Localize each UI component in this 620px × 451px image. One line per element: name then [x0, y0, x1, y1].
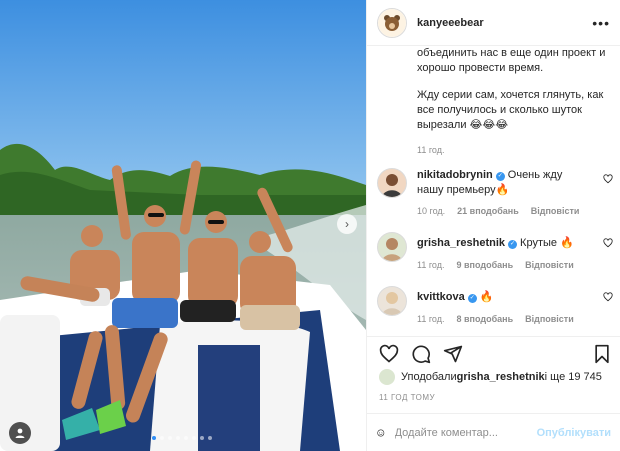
carousel-dot: [184, 436, 188, 440]
comment-likes-link[interactable]: 9 вподобань: [457, 260, 514, 270]
photo-boat-scene: [0, 0, 366, 451]
comment-text: grisha_reshetnik ✓ Крутые 🔥: [417, 236, 587, 251]
comment-likes-link[interactable]: 8 вподобань: [457, 314, 514, 324]
avatar-photo: [382, 238, 402, 261]
comment-message: Крутые 🔥: [520, 237, 574, 249]
post-media[interactable]: ›: [0, 0, 366, 451]
carousel-dot: [160, 436, 164, 440]
comment-meta: 11 год. 9 вподобань Відповісти: [417, 260, 574, 270]
chevron-right-icon: ›: [345, 217, 349, 231]
comments-list[interactable]: объединить нас в еще один проект и хорош…: [367, 46, 620, 336]
carousel-dot: [176, 436, 180, 440]
heart-icon[interactable]: [379, 344, 399, 364]
comment-message: 🔥: [479, 291, 494, 303]
comment-time: 10 год.: [417, 206, 446, 216]
comment-meta: 10 год. 21 вподобань Відповісти: [417, 206, 579, 216]
comment-item: kvittkova ✓ 🔥 11 год. 8 вподобань Відповіс…: [377, 286, 613, 334]
comment-icon[interactable]: [411, 344, 431, 364]
comment-text: nikitadobrynin ✓ Очень жду нашу премьеру🔥: [417, 168, 587, 198]
carousel-indicator: [152, 436, 212, 440]
carousel-dot: [168, 436, 172, 440]
carousel-dot: [192, 436, 196, 440]
caption-line: Жду серии сам, хочется глянуть, как все …: [417, 89, 604, 131]
post-side-panel: kanyeeebear ••• объединить нас в еще оди…: [366, 0, 620, 451]
comment-meta: 11 год. 8 вподобань Відповісти: [417, 314, 574, 324]
commenter-username[interactable]: grisha_reshetnik: [417, 237, 505, 249]
caption-line: объединить нас в еще один проект и хорош…: [417, 47, 606, 74]
commenter-username[interactable]: nikitadobrynin: [417, 169, 493, 181]
bookmark-icon[interactable]: [593, 344, 611, 364]
commenter-avatar[interactable]: [377, 168, 407, 198]
reply-button[interactable]: Відповісти: [531, 206, 580, 216]
post-actions-bar: [367, 336, 620, 372]
post-header: kanyeeebear •••: [367, 0, 620, 46]
commenter-username[interactable]: kvittkova: [417, 291, 465, 303]
liker-avatar[interactable]: [379, 369, 395, 385]
commenter-avatar[interactable]: [377, 232, 407, 262]
emoji-icon[interactable]: [377, 423, 385, 443]
comment-input[interactable]: [394, 426, 537, 439]
publish-button[interactable]: Опублікувати: [537, 427, 611, 439]
liked-by-count[interactable]: і ще 19 745: [545, 371, 602, 383]
comment-time: 11 год.: [417, 260, 445, 270]
avatar-photo: [382, 292, 402, 315]
carousel-dot: [200, 436, 204, 440]
bear-avatar-icon: [378, 8, 406, 37]
author-avatar[interactable]: [377, 7, 407, 38]
verified-badge-icon: ✓: [467, 294, 477, 303]
more-icon[interactable]: •••: [592, 15, 610, 31]
post-timestamp[interactable]: 11 ГОД ТОМУ: [379, 393, 435, 402]
user-tag-icon: [15, 428, 25, 438]
author-username[interactable]: kanyeeebear: [417, 17, 484, 29]
carousel-dot: [208, 436, 212, 440]
tagged-users-button[interactable]: [9, 422, 31, 444]
heart-icon[interactable]: [603, 238, 613, 248]
liked-by-prefix: Уподобали: [401, 371, 457, 383]
comment-text: kvittkova ✓ 🔥: [417, 290, 587, 305]
reply-button[interactable]: Відповісти: [525, 260, 574, 270]
post-caption: объединить нас в еще один проект и хорош…: [417, 46, 612, 158]
comment-item: grisha_reshetnik ✓ Крутые 🔥 11 год. 9 впод…: [377, 232, 613, 280]
heart-icon[interactable]: [603, 292, 613, 302]
add-comment-bar: Опублікувати: [367, 413, 620, 451]
liked-by-user[interactable]: grisha_reshetnik: [457, 371, 545, 383]
verified-badge-icon: ✓: [508, 240, 518, 249]
comment-time: 11 год.: [417, 314, 445, 324]
verified-badge-icon: ✓: [495, 172, 505, 181]
comment-item: nikitadobrynin ✓ Очень жду нашу премьеру🔥 …: [377, 168, 613, 216]
commenter-avatar[interactable]: [377, 286, 407, 316]
reply-button[interactable]: Відповісти: [525, 314, 574, 324]
share-icon[interactable]: [443, 344, 463, 364]
carousel-next-button[interactable]: ›: [337, 214, 357, 234]
instagram-post: › kanyeeebear ••• объединить нас в еще о…: [0, 0, 620, 451]
avatar-photo: [382, 174, 402, 197]
liked-by-line: Уподобали grisha_reshetnik і ще 19 745: [379, 369, 602, 385]
comment-likes-link[interactable]: 21 вподобань: [457, 206, 519, 216]
caption-time: 11 год.: [417, 145, 445, 155]
heart-icon[interactable]: [603, 174, 613, 184]
carousel-dot: [152, 436, 156, 440]
